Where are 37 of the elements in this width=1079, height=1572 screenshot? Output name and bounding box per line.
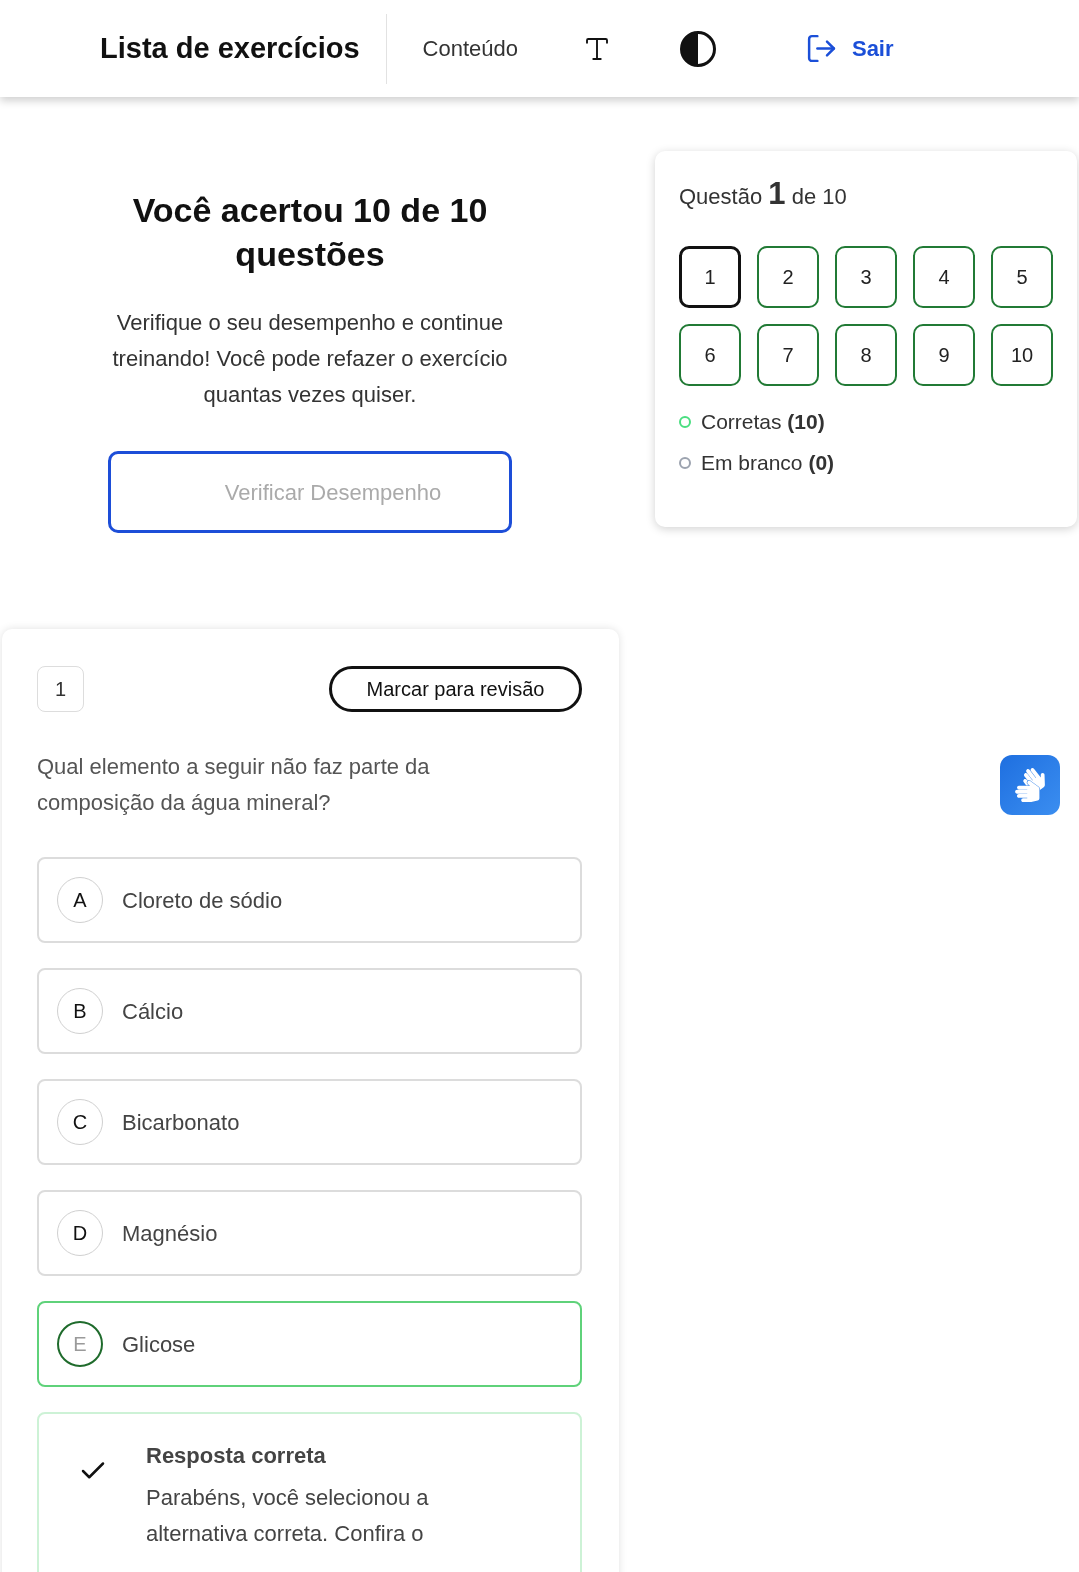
question-text: Qual elemento a seguir não faz parte da composição da água mineral?	[37, 753, 431, 817]
feedback-title: Resposta correta	[146, 1442, 327, 1470]
option-letter: E	[57, 1321, 103, 1367]
question-nav-button[interactable]: 2	[757, 246, 819, 308]
page-title: Lista de exercícios	[100, 30, 360, 66]
contrast-icon[interactable]	[679, 30, 716, 67]
answer-option[interactable]: B Cálcio	[37, 968, 582, 1054]
option-label: Cálcio	[122, 997, 184, 1026]
answer-option[interactable]: C Bicarbonato	[37, 1079, 582, 1165]
result-title: Você acertou 10 de 10 questões	[131, 190, 489, 275]
question-counter: Questão 1 de 10	[679, 177, 848, 213]
question-nav-button[interactable]: 6	[679, 324, 741, 386]
question-number: 1	[37, 666, 84, 712]
question-nav-button[interactable]: 5	[991, 246, 1053, 308]
logout-link[interactable]: Sair	[804, 32, 894, 65]
option-label: Bicarbonato	[122, 1108, 240, 1137]
legend-label: Em branco (0)	[701, 451, 835, 475]
answer-option[interactable]: D Magnésio	[37, 1190, 582, 1276]
result-message: Verifique o seu desempenho e continue treinando! Você pode refazer o exercício quantas vezes quiser.	[111, 309, 509, 409]
feedback-message: Parabéns, você selecionou a alternativa correta. Confira o	[146, 1484, 430, 1548]
legend-label: Corretas (10)	[701, 410, 825, 434]
mark-for-review-button[interactable]: Marcar para revisão	[329, 666, 582, 712]
option-label: Cloreto de sódio	[122, 886, 283, 915]
question-nav-button[interactable]: 3	[835, 246, 897, 308]
question-nav-button[interactable]: 1	[679, 246, 741, 308]
question-nav-button[interactable]: 4	[913, 246, 975, 308]
question-nav-button[interactable]: 10	[991, 324, 1053, 386]
logout-label: Sair	[851, 35, 894, 63]
option-label: Glicose	[122, 1330, 196, 1359]
content-link[interactable]: Conteúdo	[422, 32, 518, 65]
question-nav-button[interactable]: 9	[913, 324, 975, 386]
question-nav-button[interactable]: 8	[835, 324, 897, 386]
answer-option[interactable]: A Cloreto de sódio	[37, 857, 582, 943]
answer-option[interactable]: E Glicose	[37, 1301, 582, 1387]
question-nav-button[interactable]: 7	[757, 324, 819, 386]
option-label: Magnésio	[122, 1219, 218, 1248]
sign-language-icon[interactable]	[1000, 755, 1060, 815]
